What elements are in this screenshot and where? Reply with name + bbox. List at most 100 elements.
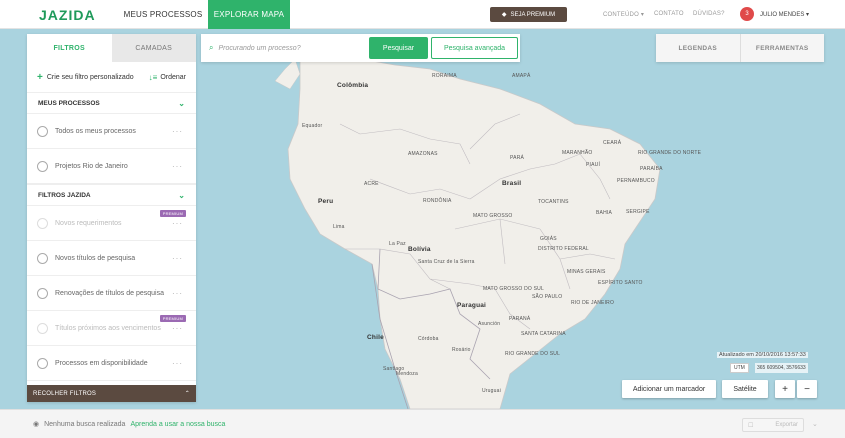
search-icon: ⌕ [209, 43, 214, 52]
search-button[interactable]: Pesquisar [369, 37, 428, 59]
map-label: RORAIMA [432, 73, 457, 79]
eye-icon: ◉ [33, 421, 40, 428]
tab-legendas[interactable]: LEGENDAS [656, 34, 740, 62]
chevron-down-icon: ⌄ [178, 190, 185, 200]
premium-label: SEJA PREMIUM [510, 11, 556, 18]
radio-button[interactable] [37, 160, 48, 172]
radio-button[interactable] [37, 357, 48, 369]
search-input[interactable]: ⌕ Procurando um processo? [209, 34, 364, 62]
map-label: Uruguai [482, 388, 501, 394]
section-meus-processos[interactable]: MEUS PROCESSOS ⌄ [27, 92, 196, 114]
more-icon[interactable]: ··· [172, 127, 183, 136]
map-label: PIAUÍ [586, 162, 601, 168]
radio-button[interactable] [37, 125, 48, 137]
nav-duvidas[interactable]: DÚVIDAS? [693, 11, 725, 17]
map-label-equador: Equador [302, 123, 323, 129]
zoom-in-button[interactable]: + [775, 380, 795, 398]
nav-explorar-mapa[interactable]: EXPLORAR MAPA [208, 0, 290, 29]
caret-down-icon: ▾ [806, 12, 810, 18]
map-label: Córdoba [418, 336, 439, 342]
nav-contato[interactable]: CONTATO [654, 11, 684, 17]
radio-button [37, 217, 48, 229]
right-tabs: LEGENDAS FERRAMENTAS [656, 34, 824, 62]
nav-conteudo[interactable]: CONTEÚDO ▾ [603, 11, 644, 18]
radio-button[interactable] [37, 252, 48, 264]
learn-search-link[interactable]: Aprenda a usar a nossa busca [130, 421, 225, 428]
export-icon: ☐ [748, 422, 754, 429]
collapse-label: RECOLHER FILTROS [33, 390, 97, 397]
map-label: MARANHÃO [562, 150, 593, 156]
logo[interactable]: JAZIDA [39, 7, 96, 23]
filter-label: Títulos próximos aos vencimentos [55, 324, 161, 332]
tab-camadas[interactable]: CAMADAS [111, 34, 196, 62]
map-label-chile: Chile [367, 334, 384, 341]
map-label: Santa Cruz de la Sierra [418, 259, 475, 265]
map-label: AMAZONAS [408, 151, 438, 157]
tab-filtros[interactable]: FILTROS [27, 34, 112, 62]
map-label: GOIÁS [540, 236, 557, 242]
section-title: MEUS PROCESSOS [38, 99, 100, 107]
more-icon[interactable]: ··· [172, 289, 183, 298]
tab-ferramentas[interactable]: FERRAMENTAS [739, 34, 825, 62]
map-label: Rosário [452, 347, 471, 353]
user-name-label: JULIO MENDES [760, 12, 805, 18]
map-label: CEARÁ [603, 140, 622, 146]
chevron-down-icon: ⌄ [812, 421, 818, 428]
filter-label: Renovações de títulos de pesquisa [55, 289, 164, 297]
more-icon[interactable]: ··· [172, 254, 183, 263]
section-title: FILTROS JAZIDA [38, 191, 91, 199]
add-marker-button[interactable]: Adicionar um marcador [622, 380, 716, 398]
map-label: MINAS GERAIS [567, 269, 606, 275]
order-button[interactable]: ↓≡ Ordenar [149, 73, 186, 82]
section-filtros-jazida[interactable]: FILTROS JAZIDA ⌄ [27, 184, 196, 206]
premium-button[interactable]: ◆ SEJA PREMIUM [490, 7, 567, 22]
more-icon[interactable]: ··· [172, 359, 183, 368]
map-label: BAHIA [596, 210, 613, 216]
map-label: La Paz [389, 241, 406, 247]
filter-item: PREMIUM Novos requerimentos ··· [27, 206, 196, 241]
filters-panel: FILTROS CAMADAS + Crie seu filtro person… [27, 34, 196, 402]
updated-timestamp: Atualizado em 20/10/2016 13:57:33 [717, 352, 808, 358]
map-label: Lima [333, 224, 345, 230]
map-label-brasil: Brasil [502, 180, 522, 187]
more-icon[interactable]: ··· [172, 162, 183, 171]
radio-button[interactable] [37, 287, 48, 299]
notification-badge[interactable]: 3 [740, 7, 754, 21]
satellite-button[interactable]: Satélite [722, 380, 768, 398]
filter-item[interactable]: Todos os meus processos ··· [27, 114, 196, 149]
zoom-out-button[interactable]: − [797, 380, 817, 398]
nav-meus-processos[interactable]: MEUS PROCESSOS [119, 0, 207, 29]
filter-label: Processos em disponibilidade [55, 359, 148, 367]
map-label: PARANÁ [509, 316, 531, 322]
export-button: ☐ Exportar [742, 418, 804, 432]
search-status: ◉ Nenhuma busca realizada Aprenda a usar… [33, 420, 225, 429]
filter-item[interactable]: Processos em disponibilidade ··· [27, 346, 196, 381]
map-label: SÃO PAULO [532, 294, 563, 300]
filter-item[interactable]: Projetos Rio de Janeiro ··· [27, 149, 196, 184]
filter-item[interactable]: Renovações de títulos de pesquisa ··· [27, 276, 196, 311]
map-label: SERGIPE [626, 209, 650, 215]
user-menu[interactable]: JULIO MENDES ▾ [760, 11, 809, 18]
map-label: TOCANTINS [538, 199, 569, 205]
create-filter-button[interactable]: + Crie seu filtro personalizado [37, 72, 134, 83]
map-label: AMAPÁ [512, 73, 531, 79]
map-label: MATO GROSSO DO SUL [483, 286, 544, 292]
map-label: SANTA CATARINA [521, 331, 566, 337]
advanced-search-button[interactable]: Pesquisa avançada [431, 37, 518, 59]
map-label: RIO GRANDE DO NORTE [638, 150, 702, 156]
plus-icon: + [37, 71, 43, 83]
map-label-colombia: Colômbia [337, 82, 369, 89]
top-navbar: JAZIDA MEUS PROCESSOS EXPLORAR MAPA ◆ SE… [0, 0, 845, 29]
map-label: RIO DE JANEIRO [571, 300, 615, 306]
map-label: PARAÍBA [640, 166, 663, 172]
bottom-bar: ◉ Nenhuma busca realizada Aprenda a usar… [0, 409, 845, 438]
collapse-filters-button[interactable]: RECOLHER FILTROS ⌃ [27, 385, 196, 402]
diamond-icon: ◆ [501, 12, 507, 18]
export-label: Exportar [775, 422, 798, 428]
map-label: RONDÔNIA [423, 198, 452, 204]
map-label: RIO GRANDE DO SUL [505, 351, 561, 357]
chevron-down-icon: ⌄ [178, 98, 185, 108]
filter-label: Todos os meus processos [55, 127, 136, 135]
filter-item[interactable]: Novos títulos de pesquisa ··· [27, 241, 196, 276]
projection-select[interactable]: UTM [730, 363, 749, 373]
